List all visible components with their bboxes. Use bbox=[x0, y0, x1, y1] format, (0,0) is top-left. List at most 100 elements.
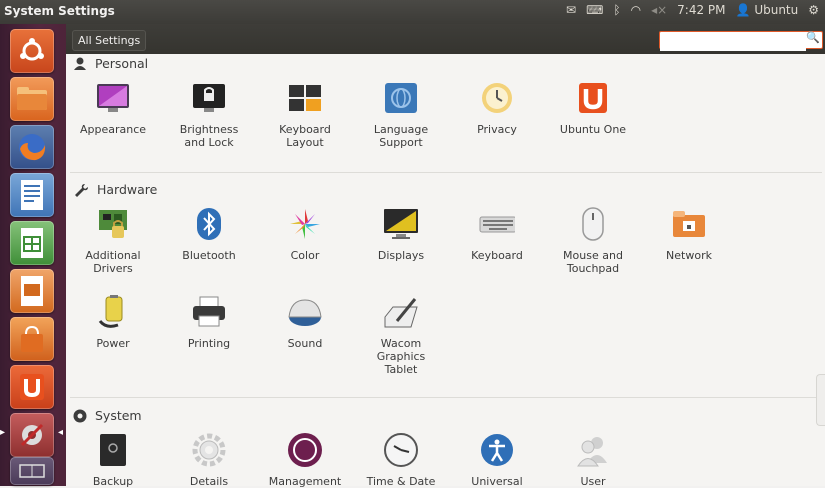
brightness-lock-item[interactable]: Brightness and Lock bbox=[163, 80, 255, 149]
wifi-icon[interactable]: ◠ bbox=[631, 3, 641, 17]
item-label: Brightness and Lock bbox=[179, 123, 239, 149]
system-section-header: System bbox=[73, 408, 142, 423]
network-folder-icon bbox=[673, 211, 705, 237]
appearance-icon bbox=[97, 84, 129, 112]
files-launcher-button[interactable] bbox=[10, 77, 54, 121]
management-ring-icon bbox=[288, 433, 322, 467]
item-label: Color bbox=[290, 249, 320, 262]
section-title: Personal bbox=[95, 56, 149, 71]
clock[interactable]: 7:42 PM bbox=[677, 3, 725, 17]
settings-toolbar: All Settings 🔍 bbox=[66, 24, 825, 54]
writer-launcher-button[interactable] bbox=[10, 173, 54, 217]
settings-content: Personal Appearance Brightness and Lock … bbox=[66, 54, 825, 488]
top-panel: System Settings ✉ ⌨ ᛒ ◠ ◂× 7:42 PM 👤 Ubu… bbox=[0, 0, 825, 24]
ubuntu-one-icon bbox=[579, 83, 607, 113]
keyboard-layout-item[interactable]: Keyboard Layout bbox=[259, 80, 351, 149]
language-support-item[interactable]: Language Support bbox=[355, 80, 447, 149]
printing-item[interactable]: Printing bbox=[163, 294, 255, 350]
additional-drivers-item[interactable]: Additional Drivers bbox=[67, 206, 159, 275]
item-label: Displays bbox=[377, 249, 425, 262]
universal-access-item[interactable]: Universal bbox=[451, 432, 543, 488]
impress-launcher-button[interactable] bbox=[10, 269, 54, 313]
displays-item[interactable]: Displays bbox=[355, 206, 447, 262]
presentation-icon bbox=[21, 276, 43, 306]
wrench-icon bbox=[75, 183, 88, 197]
users-icon bbox=[577, 437, 607, 467]
item-label: Printing bbox=[187, 337, 231, 350]
system-gear-icon bbox=[73, 409, 87, 422]
all-settings-button[interactable]: All Settings bbox=[72, 30, 147, 51]
section-divider bbox=[70, 397, 822, 398]
item-label: Ubuntu One bbox=[559, 123, 627, 136]
details-item[interactable]: Details bbox=[163, 432, 255, 488]
mouse-touchpad-item[interactable]: Mouse and Touchpad bbox=[547, 206, 639, 275]
item-label: Details bbox=[189, 475, 229, 488]
window-title: System Settings bbox=[4, 4, 115, 18]
network-item[interactable]: Network bbox=[643, 206, 735, 262]
user-menu[interactable]: 👤 Ubuntu bbox=[736, 3, 799, 17]
keyboard-item[interactable]: Keyboard bbox=[451, 206, 543, 262]
gear-icon[interactable]: ⚙ bbox=[808, 3, 819, 17]
item-label: Sound bbox=[287, 337, 323, 350]
item-label: Power bbox=[96, 337, 130, 350]
item-label: Wacom Graphics Tablet bbox=[376, 337, 426, 376]
item-label: Backup bbox=[92, 475, 134, 488]
firefox-icon bbox=[19, 134, 46, 161]
management-item[interactable]: Management bbox=[259, 432, 351, 488]
appearance-item[interactable]: Appearance bbox=[67, 80, 159, 136]
item-label: Management bbox=[268, 475, 342, 488]
battery-plug-icon bbox=[98, 295, 123, 328]
system-settings-launcher-button[interactable] bbox=[10, 413, 54, 457]
time-date-item[interactable]: Time & Date bbox=[355, 432, 447, 488]
item-label: User bbox=[580, 475, 606, 488]
privacy-clock-icon bbox=[482, 83, 512, 113]
launcher-focus-arrow-icon: ◂ bbox=[58, 427, 64, 438]
item-label: Bluetooth bbox=[182, 249, 236, 262]
document-icon bbox=[21, 180, 43, 210]
clock-icon bbox=[384, 433, 418, 467]
item-label: Universal bbox=[471, 475, 523, 488]
dash-home-button[interactable] bbox=[10, 29, 54, 73]
mail-icon[interactable]: ✉ bbox=[566, 3, 576, 17]
color-item[interactable]: Color bbox=[259, 206, 351, 262]
section-divider bbox=[70, 172, 822, 173]
bluetooth-indicator-icon[interactable]: ᛒ bbox=[613, 3, 620, 17]
firefox-launcher-button[interactable] bbox=[10, 125, 54, 169]
item-label: Additional Drivers bbox=[85, 249, 141, 275]
hardware-section-header: Hardware bbox=[73, 182, 157, 197]
power-item[interactable]: Power bbox=[67, 294, 159, 350]
ubuntu-one-item[interactable]: Ubuntu One bbox=[547, 80, 639, 136]
ubuntu-logo-icon bbox=[20, 38, 44, 61]
indicator-area: ✉ ⌨ ᛒ ◠ ◂× 7:42 PM 👤 Ubuntu ⚙ bbox=[566, 3, 819, 17]
monitor-icon bbox=[384, 209, 418, 239]
ubuntu-one-launcher-button[interactable] bbox=[10, 365, 54, 409]
software-center-launcher-button[interactable] bbox=[10, 317, 54, 361]
sound-item[interactable]: Sound bbox=[259, 294, 351, 350]
section-title: System bbox=[95, 408, 142, 423]
item-label: Keyboard bbox=[471, 249, 523, 262]
backup-item[interactable]: Backup bbox=[67, 432, 159, 488]
bluetooth-icon bbox=[197, 208, 221, 240]
volume-icon[interactable]: ◂× bbox=[651, 3, 667, 17]
item-label: Time & Date bbox=[366, 475, 436, 488]
privacy-item[interactable]: Privacy bbox=[451, 80, 543, 136]
item-label: Appearance bbox=[79, 123, 147, 136]
keyboard-indicator-icon[interactable]: ⌨ bbox=[586, 3, 603, 17]
search-icon[interactable]: 🔍 bbox=[806, 31, 820, 44]
cog-icon bbox=[192, 433, 226, 467]
printer-icon bbox=[193, 296, 225, 327]
wacom-tablet-item[interactable]: Wacom Graphics Tablet bbox=[355, 294, 447, 376]
workspace-switcher-button[interactable] bbox=[10, 457, 54, 485]
shopping-bag-icon bbox=[21, 325, 43, 352]
search-box[interactable]: 🔍 bbox=[659, 31, 823, 51]
scroll-indicator[interactable] bbox=[816, 374, 825, 426]
item-label: Language Support bbox=[373, 123, 429, 149]
workspaces-icon bbox=[19, 464, 45, 478]
item-label: Network bbox=[666, 249, 712, 262]
bluetooth-item[interactable]: Bluetooth bbox=[163, 206, 255, 262]
search-input[interactable] bbox=[660, 37, 806, 51]
personal-section-header: Personal bbox=[73, 56, 148, 71]
item-label: Keyboard Layout bbox=[279, 123, 331, 149]
user-accounts-item[interactable]: User bbox=[547, 432, 639, 488]
calc-launcher-button[interactable] bbox=[10, 221, 54, 265]
